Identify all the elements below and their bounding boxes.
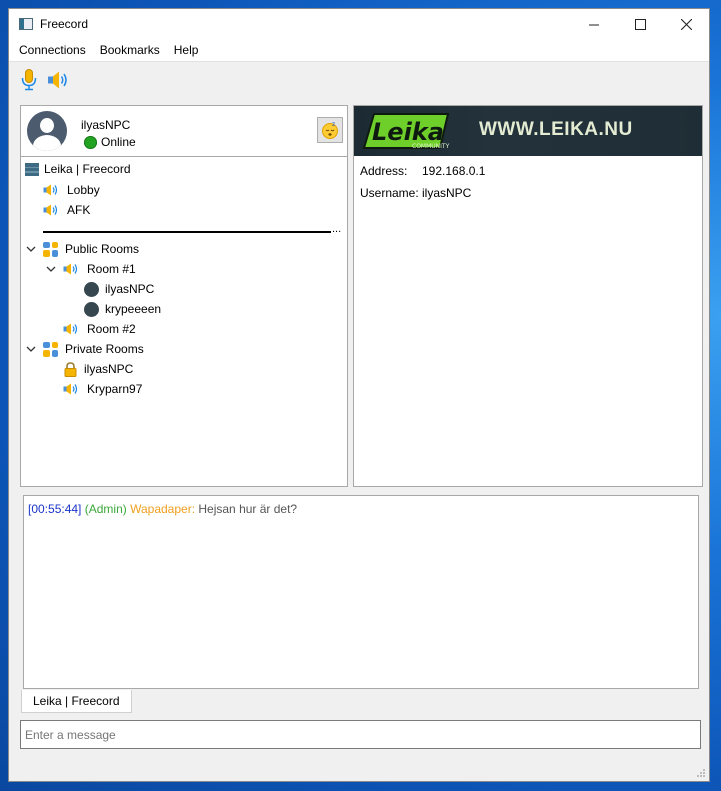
- banner-url: WWW.LEIKA.NU: [479, 119, 633, 140]
- message-timestamp: [00:55:44]: [28, 502, 82, 516]
- status-indicator[interactable]: Online: [84, 135, 136, 149]
- channel-speaker-icon: [43, 204, 59, 216]
- room-label: Room #2: [87, 322, 136, 336]
- server-name: Leika | Freecord: [44, 162, 131, 176]
- group-public-rooms[interactable]: Public Rooms: [43, 239, 139, 259]
- chevron-down-icon[interactable]: [25, 343, 37, 355]
- speaker-icon: [48, 71, 67, 89]
- room-user-name: ilyasNPC: [105, 282, 155, 296]
- group-label: Private Rooms: [65, 342, 144, 356]
- user-status-icon: [84, 281, 99, 297]
- svg-text:z: z: [332, 121, 335, 128]
- emoji-status-button[interactable]: z: [317, 117, 343, 143]
- group-private-rooms[interactable]: Private Rooms: [43, 339, 144, 359]
- window-controls: [571, 9, 709, 39]
- chat-message: [00:55:44] (Admin) Wapadaper: Hejsan hur…: [28, 502, 297, 516]
- channel-panel: ilyasNPC Online z Leika | Freecord Lobby…: [20, 105, 348, 487]
- message-input[interactable]: [20, 720, 701, 749]
- speaker-button[interactable]: [47, 68, 71, 92]
- lock-icon: [64, 361, 77, 377]
- svg-text:Leika: Leika: [372, 118, 444, 146]
- username-label: Username:: [360, 186, 419, 200]
- message-author: Wapadaper:: [130, 502, 196, 516]
- close-button[interactable]: [663, 9, 709, 39]
- room-user[interactable]: ilyasNPC: [84, 279, 154, 299]
- room-1[interactable]: Room #1: [63, 259, 136, 279]
- server-info-panel: Leika COMMUNITY WWW.LEIKA.NU Address: 19…: [353, 105, 703, 487]
- menu-connections[interactable]: Connections: [13, 43, 92, 57]
- room-speaker-icon: [63, 383, 79, 395]
- group-icon: [43, 241, 58, 257]
- private-room[interactable]: ilyasNPC: [64, 359, 133, 379]
- sleeping-face-icon: z: [322, 121, 338, 139]
- maximize-icon: [634, 18, 646, 30]
- channel-tree: Leika | Freecord Lobby AFK ... Public Ro…: [21, 157, 347, 486]
- avatar[interactable]: [27, 111, 67, 151]
- menu-bar: Connections Bookmarks Help: [9, 39, 709, 61]
- channel-separator: [43, 231, 331, 233]
- tree-server[interactable]: Leika | Freecord: [25, 159, 131, 179]
- channel-afk[interactable]: AFK: [43, 200, 90, 220]
- minimize-button[interactable]: [571, 9, 617, 39]
- maximize-button[interactable]: [617, 9, 663, 39]
- room-2[interactable]: Room #2: [63, 319, 136, 339]
- resize-grip-icon[interactable]: [696, 768, 706, 778]
- app-icon: [19, 18, 33, 30]
- message-role: (Admin): [84, 502, 127, 516]
- chat-tab-bar: Leika | Freecord: [21, 690, 132, 714]
- user-header: ilyasNPC Online z: [21, 106, 347, 157]
- address-value: 192.168.0.1: [422, 164, 486, 178]
- chevron-down-icon[interactable]: [25, 243, 37, 255]
- window-title: Freecord: [40, 17, 89, 31]
- room-user-name: krypeeeen: [105, 302, 162, 316]
- chevron-down-icon[interactable]: [45, 263, 57, 275]
- separator-ellipsis: ...: [332, 223, 342, 235]
- username-value: ilyasNPC: [422, 186, 472, 200]
- room-user[interactable]: krypeeeen: [84, 299, 161, 319]
- group-label: Public Rooms: [65, 242, 140, 256]
- online-status-icon: [84, 135, 97, 149]
- minimize-icon: [588, 24, 599, 25]
- chat-log[interactable]: [00:55:44] (Admin) Wapadaper: Hejsan hur…: [23, 495, 699, 689]
- channel-lobby[interactable]: Lobby: [43, 180, 100, 200]
- room-label: ilyasNPC: [84, 362, 134, 376]
- room-label: Kryparn97: [87, 382, 143, 396]
- room-speaker-icon: [63, 323, 79, 335]
- channel-label: Lobby: [67, 183, 100, 197]
- leika-logo: Leika COMMUNITY: [362, 113, 450, 150]
- server-icon: [25, 162, 39, 176]
- tab-leika-freecord[interactable]: Leika | Freecord: [21, 690, 132, 713]
- svg-text:COMMUNITY: COMMUNITY: [412, 143, 450, 150]
- server-banner: Leika COMMUNITY WWW.LEIKA.NU: [354, 106, 702, 156]
- app-window: Freecord Connections Bookmarks Help ilya…: [8, 8, 710, 782]
- room-speaker-icon: [63, 263, 79, 275]
- microphone-button[interactable]: [17, 68, 41, 92]
- user-name: ilyasNPC: [81, 118, 131, 132]
- toolbar: [9, 61, 709, 98]
- address-label: Address:: [360, 164, 408, 178]
- message-text: Hejsan hur är det?: [198, 502, 298, 516]
- room-label: Room #1: [87, 262, 136, 276]
- user-status-icon: [84, 301, 99, 317]
- microphone-icon: [21, 69, 37, 91]
- close-icon: [680, 18, 692, 30]
- menu-help[interactable]: Help: [168, 43, 205, 57]
- title-bar: Freecord: [9, 9, 709, 39]
- private-room[interactable]: Kryparn97: [63, 379, 142, 399]
- channel-speaker-icon: [43, 184, 59, 196]
- group-icon: [43, 341, 58, 357]
- status-text: Online: [101, 135, 136, 149]
- menu-bookmarks[interactable]: Bookmarks: [94, 43, 166, 57]
- channel-label: AFK: [67, 203, 91, 217]
